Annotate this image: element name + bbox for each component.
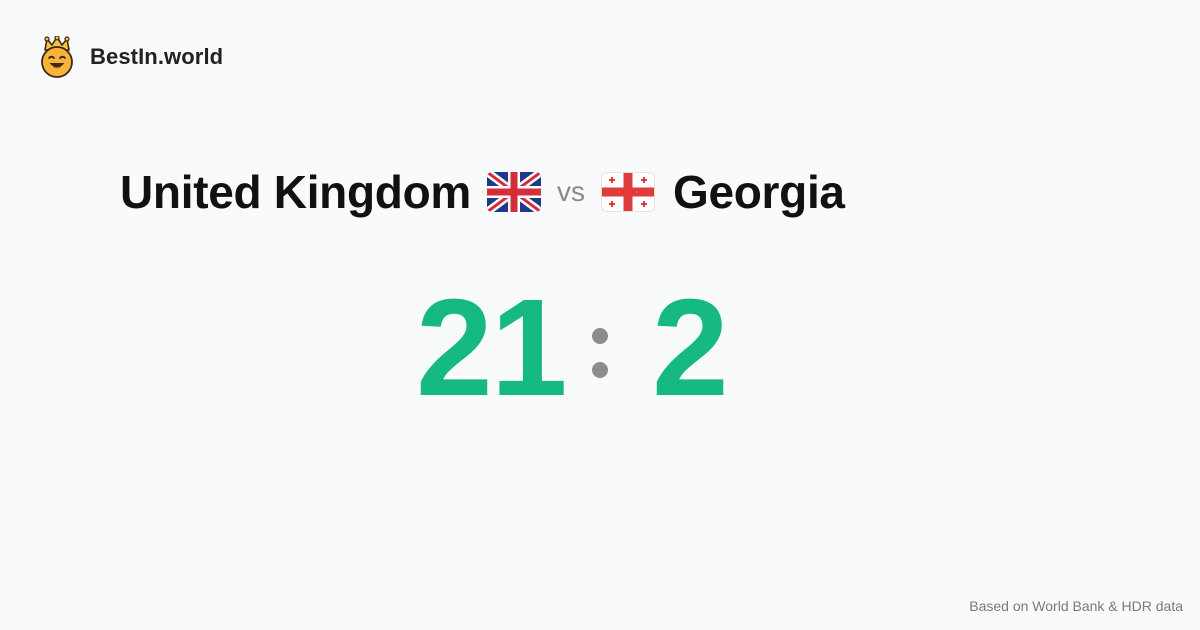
separator-dot-bottom [592, 362, 608, 378]
right-country-name: Georgia [672, 166, 845, 218]
left-score: 21 [416, 271, 567, 425]
right-score: 2 [652, 271, 729, 425]
crown-smiley-icon [41, 36, 73, 78]
left-country-name: United Kingdom [120, 166, 471, 218]
score-display: 21 2 [0, 278, 1200, 418]
source-note: Based on World Bank & HDR data [969, 598, 1183, 614]
comparison-title: United Kingdom vs Georgia [120, 160, 845, 224]
brand-name: BestIn.world [90, 44, 224, 69]
score-separator [592, 328, 608, 378]
vs-label: vs [556, 176, 585, 207]
brand[interactable]: BestIn.world [38, 36, 223, 78]
uk-flag-icon [486, 172, 541, 212]
separator-dot-top [592, 328, 608, 344]
georgia-flag-icon [600, 172, 655, 212]
